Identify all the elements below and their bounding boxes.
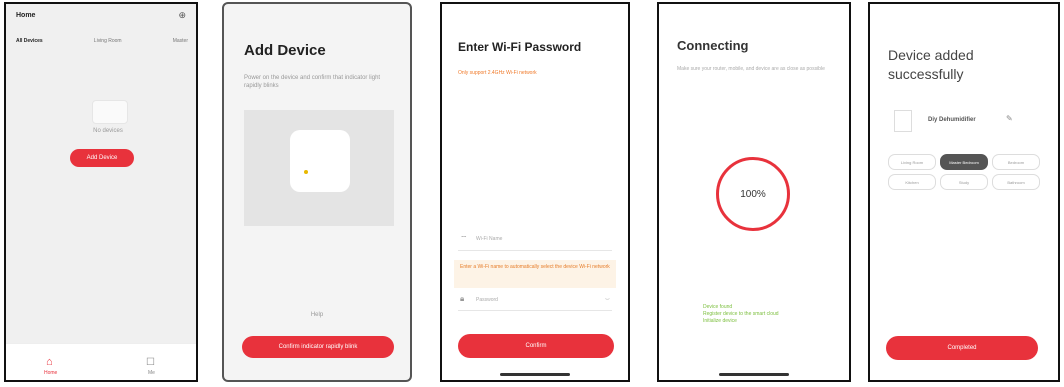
add-device-screen: Add Device Power on the device and confi… xyxy=(222,2,412,382)
indicator-light-icon xyxy=(304,170,308,174)
page-title: Device added successfully xyxy=(888,46,974,84)
home-screen: Home ⊕ All Devices Living Room Master No… xyxy=(4,2,198,382)
tabbar-me-label[interactable]: Me xyxy=(148,370,155,376)
room-tabs: All Devices Living Room Master xyxy=(16,38,188,44)
confirm-blink-button[interactable]: Confirm indicator rapidly blink xyxy=(242,336,394,358)
wifi-icon: ⌔ xyxy=(460,234,468,243)
title-line-2: successfully xyxy=(888,66,964,82)
page-title: Add Device xyxy=(244,42,326,59)
wifi-password-screen: Enter Wi-Fi Password Only support 2.4GHz… xyxy=(440,2,630,382)
room-chip[interactable]: Bedroom xyxy=(992,154,1040,170)
divider xyxy=(458,250,612,251)
device-thumbnail xyxy=(894,110,912,132)
connecting-description: Make sure your router, mobile, and devic… xyxy=(677,66,825,72)
lock-icon: 🔒︎ xyxy=(460,294,465,303)
me-icon[interactable]: ☐ xyxy=(146,357,155,368)
bottom-tabbar: ⌂ Home ☐ Me xyxy=(6,343,196,380)
room-chip[interactable]: Kitchen xyxy=(888,174,936,190)
tab-all-devices[interactable]: All Devices xyxy=(16,38,43,44)
tab-master[interactable]: Master xyxy=(173,38,188,44)
add-device-button[interactable]: Add Device xyxy=(70,149,134,167)
home-indicator xyxy=(500,373,570,376)
wifi-name-input[interactable]: Wi-Fi Name xyxy=(476,236,502,242)
room-chip[interactable]: Bathroom xyxy=(992,174,1040,190)
page-title: Enter Wi-Fi Password xyxy=(458,40,582,54)
no-device-text: No devices xyxy=(93,128,123,134)
tab-living-room[interactable]: Living Room xyxy=(94,38,122,44)
progress-value: 100% xyxy=(740,188,766,200)
step-item: Device found xyxy=(703,304,733,310)
tabbar-home-label[interactable]: Home xyxy=(44,370,57,376)
device-image xyxy=(290,130,350,192)
room-chip-selected[interactable]: Master Bedroom xyxy=(940,154,988,170)
progress-ring: 100% xyxy=(716,157,790,231)
eye-icon[interactable]: ⌣ xyxy=(605,294,610,304)
home-title[interactable]: Home xyxy=(16,12,35,19)
page-title: Connecting xyxy=(677,38,749,53)
step-item: Initialize device xyxy=(703,318,737,324)
home-indicator xyxy=(719,373,789,376)
help-link[interactable]: Help xyxy=(224,312,410,318)
step-item: Register device to the smart cloud xyxy=(703,311,779,317)
wifi-tip: Enter a Wi-Fi name to automatically sele… xyxy=(454,260,616,288)
wifi-warning: Only support 2.4GHz Wi-Fi network xyxy=(458,70,537,76)
room-chip[interactable]: Study xyxy=(940,174,988,190)
confirm-button[interactable]: Confirm xyxy=(458,334,614,358)
add-icon[interactable]: ⊕ xyxy=(178,10,186,21)
instruction-text: Power on the device and confirm that ind… xyxy=(244,75,381,89)
title-line-1: Device added xyxy=(888,47,974,63)
connecting-screen: Connecting Make sure your router, mobile… xyxy=(657,2,851,382)
password-input[interactable]: Password xyxy=(476,297,498,303)
device-name: Diy Dehumidifier xyxy=(928,117,976,123)
edit-icon[interactable]: ✎ xyxy=(1006,114,1013,123)
device-added-screen: Device added successfully Diy Dehumidifi… xyxy=(868,2,1060,382)
room-chip[interactable]: Living Room xyxy=(888,154,936,170)
connection-steps: Device found Register device to the smar… xyxy=(703,304,813,325)
completed-button[interactable]: Completed xyxy=(886,336,1038,360)
divider xyxy=(458,310,612,311)
room-selector: Living Room Master Bedroom Bedroom Kitch… xyxy=(888,154,1044,190)
empty-device-illustration xyxy=(92,100,128,124)
home-icon[interactable]: ⌂ xyxy=(46,356,53,368)
